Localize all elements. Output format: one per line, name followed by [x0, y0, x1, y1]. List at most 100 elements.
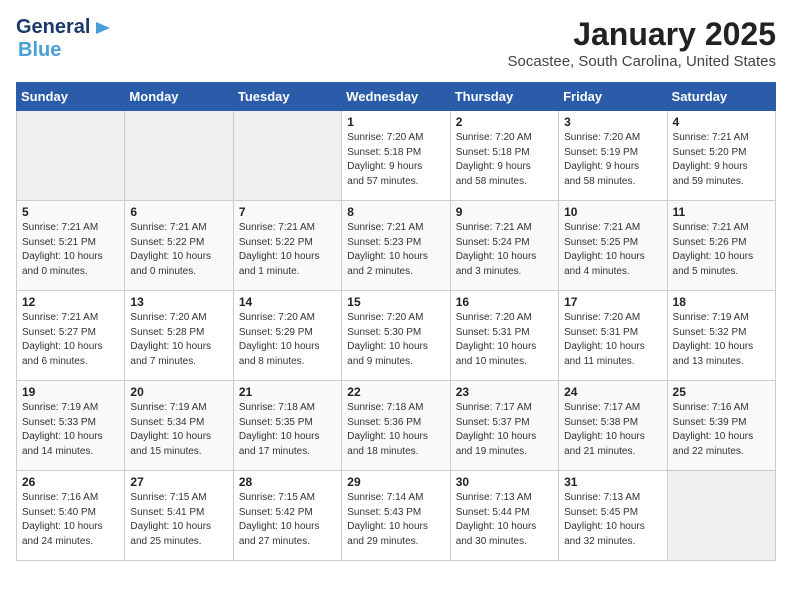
calendar-cell: 7 Sunrise: 7:21 AM Sunset: 5:22 PM Daylig…	[233, 201, 341, 291]
calendar-week-3: 12 Sunrise: 7:21 AM Sunset: 5:27 PM Dayli…	[17, 291, 776, 381]
logo-icon	[92, 18, 112, 38]
day-number: 16	[456, 295, 553, 309]
calendar-cell: 9Sunrise: 7:21 AM Sunset: 5:24 PM Daylig…	[450, 201, 558, 291]
day-info: Sunrise: 7:21 AM Sunset: 5:21 PM Dayligh…	[22, 221, 119, 279]
day-number: 10	[564, 205, 661, 219]
calendar-cell	[667, 471, 775, 561]
day-number: 20	[130, 385, 227, 399]
day-number: 7	[239, 205, 336, 219]
calendar-cell: 1Sunrise: 7:20 AM Sunset: 5:18 PM Daylig…	[342, 111, 450, 201]
calendar-week-2: 5 Sunrise: 7:21 AM Sunset: 5:21 PM Daylig…	[17, 201, 776, 291]
day-info: Sunrise: 7:19 AM Sunset: 5:33 PM Dayligh…	[22, 401, 119, 459]
day-number: 18	[673, 295, 770, 309]
header-row: Sunday Monday Tuesday Wednesday Thursday…	[17, 83, 776, 111]
day-number: 30	[456, 475, 553, 489]
calendar-cell: 29Sunrise: 7:14 AM Sunset: 5:43 PM Dayli…	[342, 471, 450, 561]
day-number: 28	[239, 475, 336, 489]
day-number: 31	[564, 475, 661, 489]
day-info: Sunrise: 7:21 AM Sunset: 5:20 PM Dayligh…	[673, 131, 770, 189]
day-number: 12	[22, 295, 119, 309]
day-info: Sunrise: 7:20 AM Sunset: 5:28 PM Dayligh…	[130, 311, 227, 369]
day-number: 3	[564, 115, 661, 129]
day-info: Sunrise: 7:20 AM Sunset: 5:31 PM Dayligh…	[564, 311, 661, 369]
day-info: Sunrise: 7:19 AM Sunset: 5:32 PM Dayligh…	[673, 311, 770, 369]
logo: General Blue	[16, 16, 112, 62]
calendar-cell: 5 Sunrise: 7:21 AM Sunset: 5:21 PM Daylig…	[17, 201, 125, 291]
day-info: Sunrise: 7:20 AM Sunset: 5:30 PM Dayligh…	[347, 311, 444, 369]
day-number: 27	[130, 475, 227, 489]
calendar-cell: 16Sunrise: 7:20 AM Sunset: 5:31 PM Dayli…	[450, 291, 558, 381]
calendar-cell: 27 Sunrise: 7:15 AM Sunset: 5:41 PM Dayli…	[125, 471, 233, 561]
day-info: Sunrise: 7:16 AM Sunset: 5:39 PM Dayligh…	[673, 401, 770, 459]
calendar-cell: 4 Sunrise: 7:21 AM Sunset: 5:20 PM Daylig…	[667, 111, 775, 201]
calendar-cell: 10 Sunrise: 7:21 AM Sunset: 5:25 PM Dayli…	[559, 201, 667, 291]
calendar-cell: 31 Sunrise: 7:13 AM Sunset: 5:45 PM Dayli…	[559, 471, 667, 561]
calendar-cell: 12 Sunrise: 7:21 AM Sunset: 5:27 PM Dayli…	[17, 291, 125, 381]
calendar-cell: 30Sunrise: 7:13 AM Sunset: 5:44 PM Dayli…	[450, 471, 558, 561]
day-number: 8	[347, 205, 444, 219]
day-info: Sunrise: 7:18 AM Sunset: 5:35 PM Dayligh…	[239, 401, 336, 459]
day-number: 1	[347, 115, 444, 129]
col-sunday: Sunday	[17, 83, 125, 111]
day-info: Sunrise: 7:20 AM Sunset: 5:19 PM Dayligh…	[564, 131, 661, 189]
day-info: Sunrise: 7:17 AM Sunset: 5:37 PM Dayligh…	[456, 401, 553, 459]
day-info: Sunrise: 7:20 AM Sunset: 5:29 PM Dayligh…	[239, 311, 336, 369]
day-info: Sunrise: 7:21 AM Sunset: 5:24 PM Dayligh…	[456, 221, 553, 279]
col-tuesday: Tuesday	[233, 83, 341, 111]
day-number: 21	[239, 385, 336, 399]
day-number: 13	[130, 295, 227, 309]
day-info: Sunrise: 7:21 AM Sunset: 5:26 PM Dayligh…	[673, 221, 770, 279]
day-info: Sunrise: 7:15 AM Sunset: 5:42 PM Dayligh…	[239, 491, 336, 549]
day-number: 11	[673, 205, 770, 219]
calendar-cell: 20Sunrise: 7:19 AM Sunset: 5:34 PM Dayli…	[125, 381, 233, 471]
day-number: 22	[347, 385, 444, 399]
day-number: 15	[347, 295, 444, 309]
calendar-week-5: 26Sunrise: 7:16 AM Sunset: 5:40 PM Dayli…	[17, 471, 776, 561]
day-info: Sunrise: 7:20 AM Sunset: 5:18 PM Dayligh…	[456, 131, 553, 189]
day-info: Sunrise: 7:16 AM Sunset: 5:40 PM Dayligh…	[22, 491, 119, 549]
day-info: Sunrise: 7:21 AM Sunset: 5:23 PM Dayligh…	[347, 221, 444, 279]
day-info: Sunrise: 7:15 AM Sunset: 5:41 PM Dayligh…	[130, 491, 227, 549]
calendar-cell: 26Sunrise: 7:16 AM Sunset: 5:40 PM Dayli…	[17, 471, 125, 561]
calendar-body: 1 Sunrise: 7:20 AM Sunset: 5:18 PM Daylig…	[17, 111, 776, 561]
page-header: General Blue January 2025 Socastee, Sout…	[16, 16, 776, 70]
day-info: Sunrise: 7:21 AM Sunset: 5:22 PM Dayligh…	[239, 221, 336, 279]
day-number: 4	[673, 115, 770, 129]
location-title: Socastee, South Carolina, United States	[508, 53, 777, 70]
day-number: 17	[564, 295, 661, 309]
calendar-week-4: 19Sunrise: 7:19 AM Sunset: 5:33 PM Dayli…	[17, 381, 776, 471]
calendar-cell: 24 Sunrise: 7:17 AM Sunset: 5:38 PM Dayli…	[559, 381, 667, 471]
day-info: Sunrise: 7:17 AM Sunset: 5:38 PM Dayligh…	[564, 401, 661, 459]
day-info: Sunrise: 7:21 AM Sunset: 5:25 PM Dayligh…	[564, 221, 661, 279]
day-info: Sunrise: 7:13 AM Sunset: 5:45 PM Dayligh…	[564, 491, 661, 549]
calendar-cell: 28 Sunrise: 7:15 AM Sunset: 5:42 PM Dayli…	[233, 471, 341, 561]
calendar-cell: 18 Sunrise: 7:19 AM Sunset: 5:32 PM Dayli…	[667, 291, 775, 381]
calendar-cell: 14 Sunrise: 7:20 AM Sunset: 5:29 PM Dayli…	[233, 291, 341, 381]
month-title: January 2025	[508, 16, 777, 53]
day-number: 14	[239, 295, 336, 309]
day-info: Sunrise: 7:18 AM Sunset: 5:36 PM Dayligh…	[347, 401, 444, 459]
col-wednesday: Wednesday	[342, 83, 450, 111]
col-friday: Friday	[559, 83, 667, 111]
day-number: 2	[456, 115, 553, 129]
day-number: 5	[22, 205, 119, 219]
logo-blue: Blue	[18, 39, 61, 62]
calendar-cell	[125, 111, 233, 201]
day-number: 24	[564, 385, 661, 399]
calendar-cell: 25 Sunrise: 7:16 AM Sunset: 5:39 PM Dayli…	[667, 381, 775, 471]
calendar-cell	[233, 111, 341, 201]
calendar-cell: 15 Sunrise: 7:20 AM Sunset: 5:30 PM Dayli…	[342, 291, 450, 381]
day-number: 23	[456, 385, 553, 399]
calendar-cell: 11 Sunrise: 7:21 AM Sunset: 5:26 PM Dayli…	[667, 201, 775, 291]
logo-general: General	[16, 16, 90, 39]
calendar-cell: 6Sunrise: 7:21 AM Sunset: 5:22 PM Daylig…	[125, 201, 233, 291]
day-number: 6	[130, 205, 227, 219]
calendar-table: Sunday Monday Tuesday Wednesday Thursday…	[16, 82, 776, 561]
col-saturday: Saturday	[667, 83, 775, 111]
calendar-week-1: 1 Sunrise: 7:20 AM Sunset: 5:18 PM Daylig…	[17, 111, 776, 201]
calendar-cell: 23 Sunrise: 7:17 AM Sunset: 5:37 PM Dayli…	[450, 381, 558, 471]
day-number: 25	[673, 385, 770, 399]
calendar-cell: 17 Sunrise: 7:20 AM Sunset: 5:31 PM Dayli…	[559, 291, 667, 381]
day-info: Sunrise: 7:21 AM Sunset: 5:27 PM Dayligh…	[22, 311, 119, 369]
calendar-cell: 13 Sunrise: 7:20 AM Sunset: 5:28 PM Dayli…	[125, 291, 233, 381]
